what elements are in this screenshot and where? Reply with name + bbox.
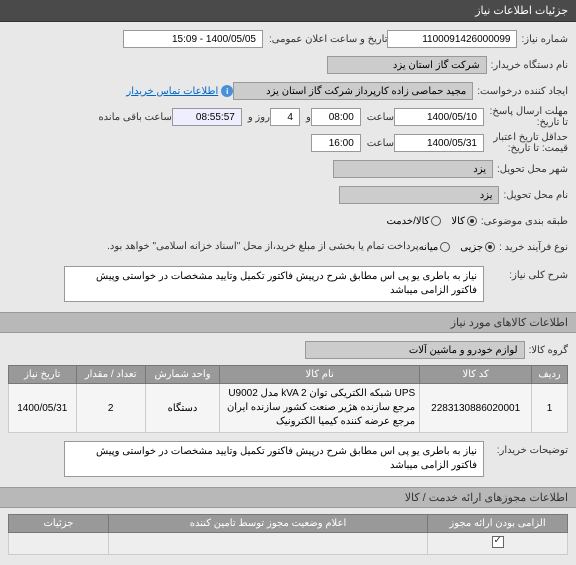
th-qty: تعداد / مقدار [76, 366, 145, 384]
th-code: کد کالا [420, 366, 532, 384]
cell-checkbox [428, 533, 568, 555]
send-deadline-date: 1400/05/10 [394, 108, 484, 126]
process-type-label: نوع فرآیند خرید : [499, 242, 568, 253]
delivery-name: یزد [339, 186, 499, 204]
notes-label: توضیحات خریدار: [488, 445, 568, 456]
desc-text: نیاز به باطری یو پی اس مطابق شرح درپیش ف… [64, 266, 484, 302]
info-icon: i [221, 85, 233, 97]
checkbox-icon [492, 536, 504, 548]
license-row [9, 533, 568, 555]
delivery-city: یزد [333, 160, 493, 178]
announce-label: تاریخ و ساعت اعلان عمومی: [269, 34, 388, 45]
goods-group-label: گروه کالا: [529, 345, 568, 356]
goods-section-header: اطلاعات کالاهای مورد نیاز [0, 312, 576, 333]
validity-time-label: ساعت [367, 138, 394, 149]
requester-field: مجید حماصی زاده کارپرداز شرکت گاز استان … [233, 82, 473, 100]
need-no-label: شماره نیاز: [521, 34, 568, 45]
radio-icon [467, 216, 477, 226]
contact-link[interactable]: اطلاعات تماس خریدار [126, 86, 218, 97]
process-middle-radio[interactable]: میانه [419, 242, 451, 253]
category-label: طبقه بندی موضوعی: [481, 216, 568, 227]
send-deadline-label: مهلت ارسال پاسخ: تا تاریخ: [488, 106, 568, 128]
need-no-field: 1100091426000099 [387, 30, 517, 48]
form-body: شماره نیاز: 1100091426000099 تاریخ و ساع… [0, 22, 576, 312]
desc-label: شرح کلی نیاز: [488, 270, 568, 281]
delivery-name-label: نام محل تحویل: [503, 190, 568, 201]
goods-table: ردیف کد کالا نام کالا واحد شمارش تعداد /… [8, 365, 568, 433]
radio-icon [485, 242, 495, 252]
th-mandatory: الزامی بودن ارائه مجوز [428, 515, 568, 533]
th-unit: واحد شمارش [145, 366, 219, 384]
th-details: جزئیات [9, 515, 109, 533]
buyer-field: شرکت گاز استان یزد [327, 56, 487, 74]
cell-date: 1400/05/31 [9, 384, 77, 433]
time-label-1: ساعت [367, 112, 394, 123]
remaining-time: 08:55:57 [172, 108, 242, 126]
remaining-label: ساعت باقی مانده [98, 112, 171, 123]
validity-label: حداقل تاریخ اعتبار قیمت: تا تاریخ: [488, 132, 568, 154]
requester-label: ایجاد کننده درخواست: [477, 86, 568, 97]
announce-field: 1400/05/05 - 15:09 [123, 30, 263, 48]
payment-note: پرداخت تمام یا بخشی از مبلغ خرید،از محل … [107, 240, 419, 254]
process-radio-group: جزیی میانه [419, 242, 495, 253]
radio-icon [431, 216, 441, 226]
table-row: 1 2283130886020001 UPS شبکه الکتریکی توا… [9, 384, 568, 433]
license-table: الزامی بودن ارائه مجوز اعلام وضعیت مجوز … [8, 514, 568, 555]
delivery-city-label: شهر محل تحویل: [497, 164, 568, 175]
cell-name: UPS شبکه الکتریکی توان kVA 2 مدل U9002 م… [220, 384, 420, 433]
cell-idx: 1 [532, 384, 568, 433]
th-date: تاریخ نیاز [9, 366, 77, 384]
validity-time: 16:00 [311, 134, 361, 152]
license-header-row: الزامی بودن ارائه مجوز اعلام وضعیت مجوز … [9, 515, 568, 533]
validity-date: 1400/05/31 [394, 134, 484, 152]
send-deadline-time: 08:00 [311, 108, 361, 126]
cell-code: 2283130886020001 [420, 384, 532, 433]
table-header-row: ردیف کد کالا نام کالا واحد شمارش تعداد /… [9, 366, 568, 384]
cell-details [9, 533, 109, 555]
goods-group-field: لوازم خودرو و ماشین آلات [305, 341, 525, 359]
cell-status [109, 533, 428, 555]
license-section-header: اطلاعات مجوزهای ارائه خدمت / کالا [0, 487, 576, 508]
th-idx: ردیف [532, 366, 568, 384]
category-service-radio[interactable]: کالا/خدمت [386, 216, 441, 227]
category-radio-group: کالا کالا/خدمت [386, 216, 476, 227]
cell-qty: 2 [76, 384, 145, 433]
buyer-label: نام دستگاه خریدار: [491, 60, 568, 71]
days-suffix: روز و [248, 112, 270, 123]
panel-title: جزئیات اطلاعات نیاز [0, 0, 576, 22]
category-goods-radio[interactable]: کالا [451, 216, 477, 227]
send-days: 4 [270, 108, 300, 126]
license-body: الزامی بودن ارائه مجوز اعلام وضعیت مجوز … [0, 508, 576, 565]
radio-icon [440, 242, 450, 252]
th-name: نام کالا [220, 366, 420, 384]
th-status: اعلام وضعیت مجوز توسط تامین کننده [109, 515, 428, 533]
cell-unit: دستگاه [145, 384, 219, 433]
process-partial-radio[interactable]: جزیی [460, 242, 495, 253]
goods-body: گروه کالا: لوازم خودرو و ماشین آلات ردیف… [0, 333, 576, 487]
days-and: و [306, 112, 311, 123]
notes-text: نیاز به باطری یو پی اس مطابق شرح درپیش ف… [64, 441, 484, 477]
